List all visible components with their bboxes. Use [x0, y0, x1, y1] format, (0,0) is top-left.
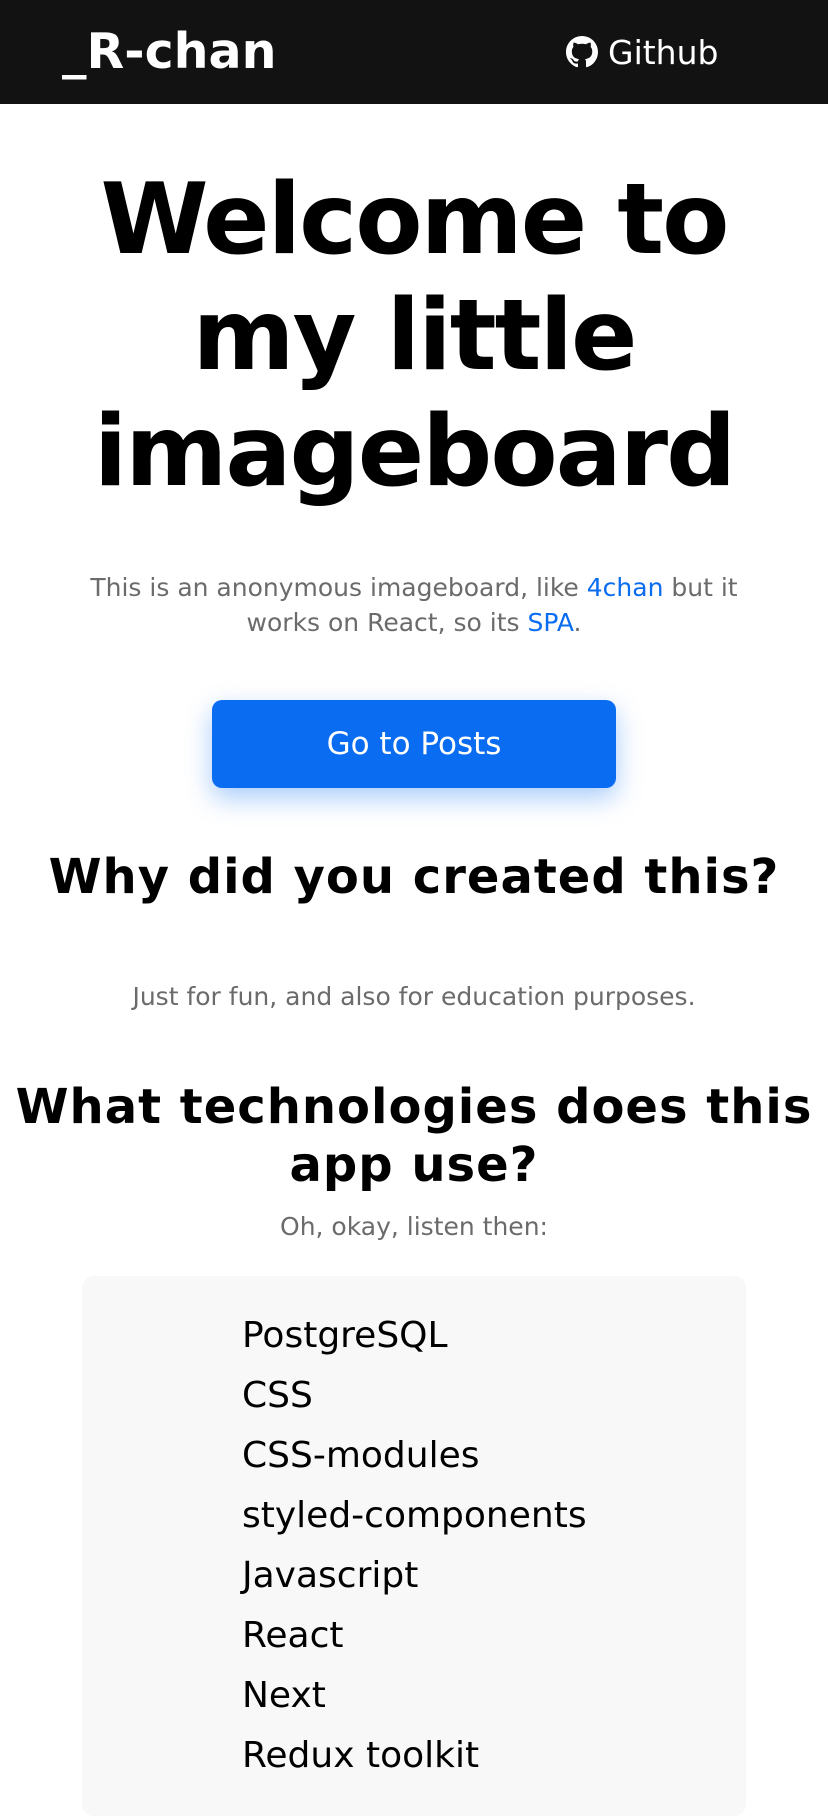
technology-item: PostgreSQL [242, 1315, 448, 1356]
github-icon [566, 36, 608, 68]
hero-title-line-2: my little [192, 279, 637, 393]
faq-answer-why: Just for fun, and also for education pur… [132, 982, 696, 1011]
hero-subtitle-suffix: . [573, 608, 582, 637]
hero-title-line-1: Welcome to [100, 163, 730, 277]
hero-title-line-3: imageboard [93, 395, 737, 509]
faq-answer-technologies: Oh, okay, listen then: [280, 1212, 548, 1241]
github-link[interactable]: Github [566, 30, 718, 74]
faq-question-technologies: What technologies does this app use? [15, 1079, 813, 1193]
hero-subtitle: This is an anonymous imageboard, like 4c… [70, 570, 758, 640]
go-to-posts-button[interactable]: Go to Posts [212, 700, 616, 788]
github-link-label: Github [608, 32, 719, 72]
technology-item: CSS-modules [242, 1435, 480, 1476]
faq-question-why: Why did you created this? [48, 849, 780, 905]
technology-item: React [242, 1615, 344, 1656]
technology-item: CSS [242, 1375, 313, 1416]
hero-title: Welcome to my little imageboard [0, 162, 828, 510]
technology-item: styled-components [242, 1495, 587, 1536]
site-logo[interactable]: _R-chan [62, 22, 276, 82]
top-nav-bar: _R-chan Github [0, 0, 828, 104]
technology-item: Redux toolkit [242, 1735, 480, 1776]
technologies-list: PostgreSQL CSS CSS-modules styled-compon… [242, 1306, 587, 1786]
technology-item: Next [242, 1675, 326, 1716]
4chan-link[interactable]: 4chan [587, 573, 664, 602]
hero-subtitle-prefix: This is an anonymous imageboard, like [90, 573, 587, 602]
technology-item: Javascript [242, 1555, 419, 1596]
technologies-panel: PostgreSQL CSS CSS-modules styled-compon… [82, 1276, 746, 1816]
spa-link[interactable]: SPA [527, 608, 573, 637]
